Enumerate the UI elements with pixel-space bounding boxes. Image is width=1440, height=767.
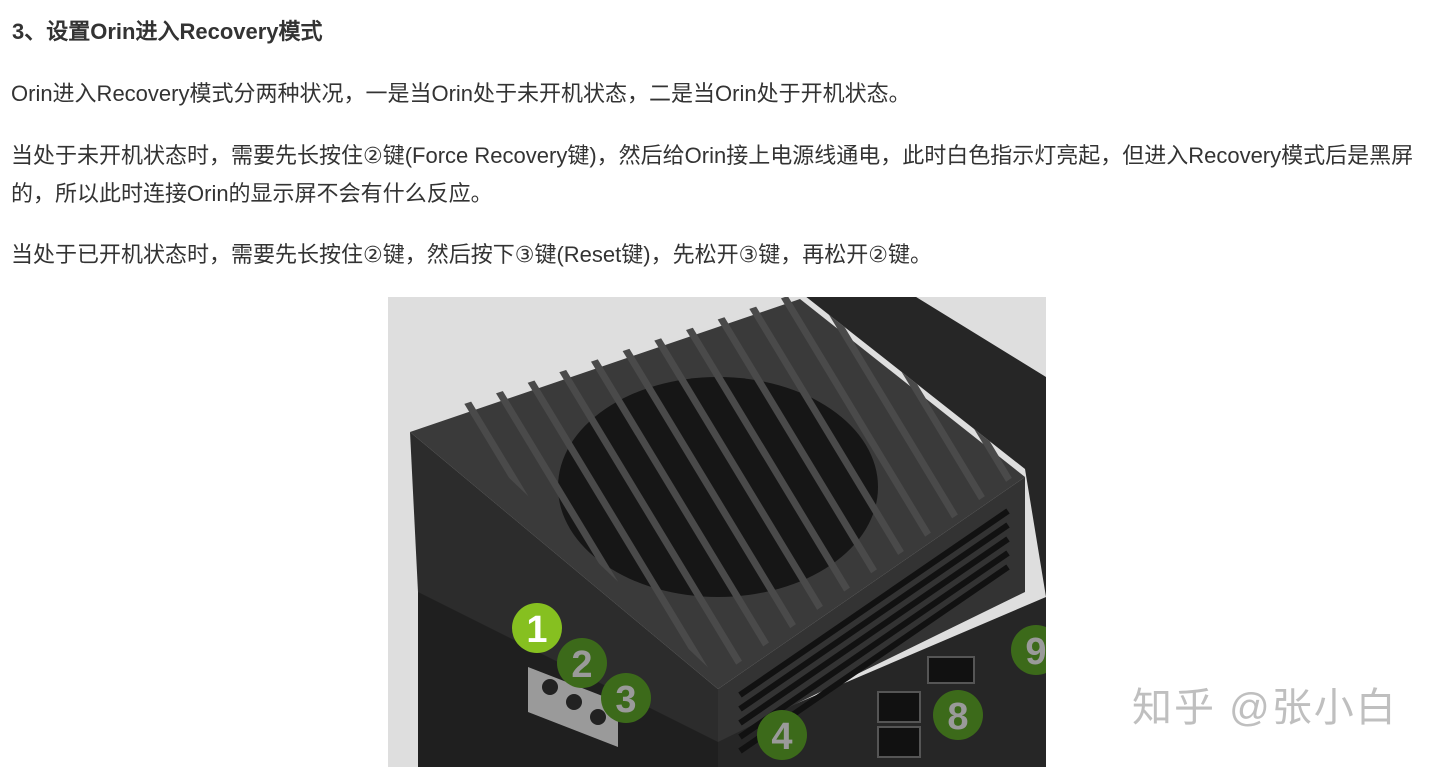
paragraph-powered-on: 当处于已开机状态时，需要先长按住②键，然后按下③键(Reset键)，先松开③键，…: [11, 242, 933, 267]
callout-2: 2: [557, 638, 607, 688]
callout-8: 8: [933, 690, 983, 740]
orin-device-image: 1 2 3 4 8 9: [388, 297, 1046, 767]
section-heading: 3、设置Orin进入Recovery模式: [12, 19, 323, 44]
svg-text:9: 9: [1025, 631, 1046, 673]
callout-1: 1: [512, 603, 562, 653]
paragraph-intro: Orin进入Recovery模式分两种状况，一是当Orin处于未开机状态，二是当…: [11, 81, 911, 106]
paragraph-powered-off: 当处于未开机状态时，需要先长按住②键(Force Recovery键)，然后给O…: [11, 143, 1414, 206]
zhihu-watermark: 知乎 @张小白: [1132, 686, 1398, 730]
svg-text:1: 1: [526, 609, 547, 651]
callout-3: 3: [601, 673, 651, 723]
article: 3、设置Orin进入Recovery模式 Orin进入Recovery模式分两种…: [0, 0, 1440, 767]
svg-text:8: 8: [947, 696, 968, 738]
callout-4: 4: [757, 710, 807, 760]
svg-text:4: 4: [771, 716, 792, 758]
svg-text:3: 3: [615, 679, 636, 721]
svg-text:2: 2: [571, 644, 592, 686]
orin-device-illustration: 1 2 3 4 8 9: [410, 297, 1046, 767]
